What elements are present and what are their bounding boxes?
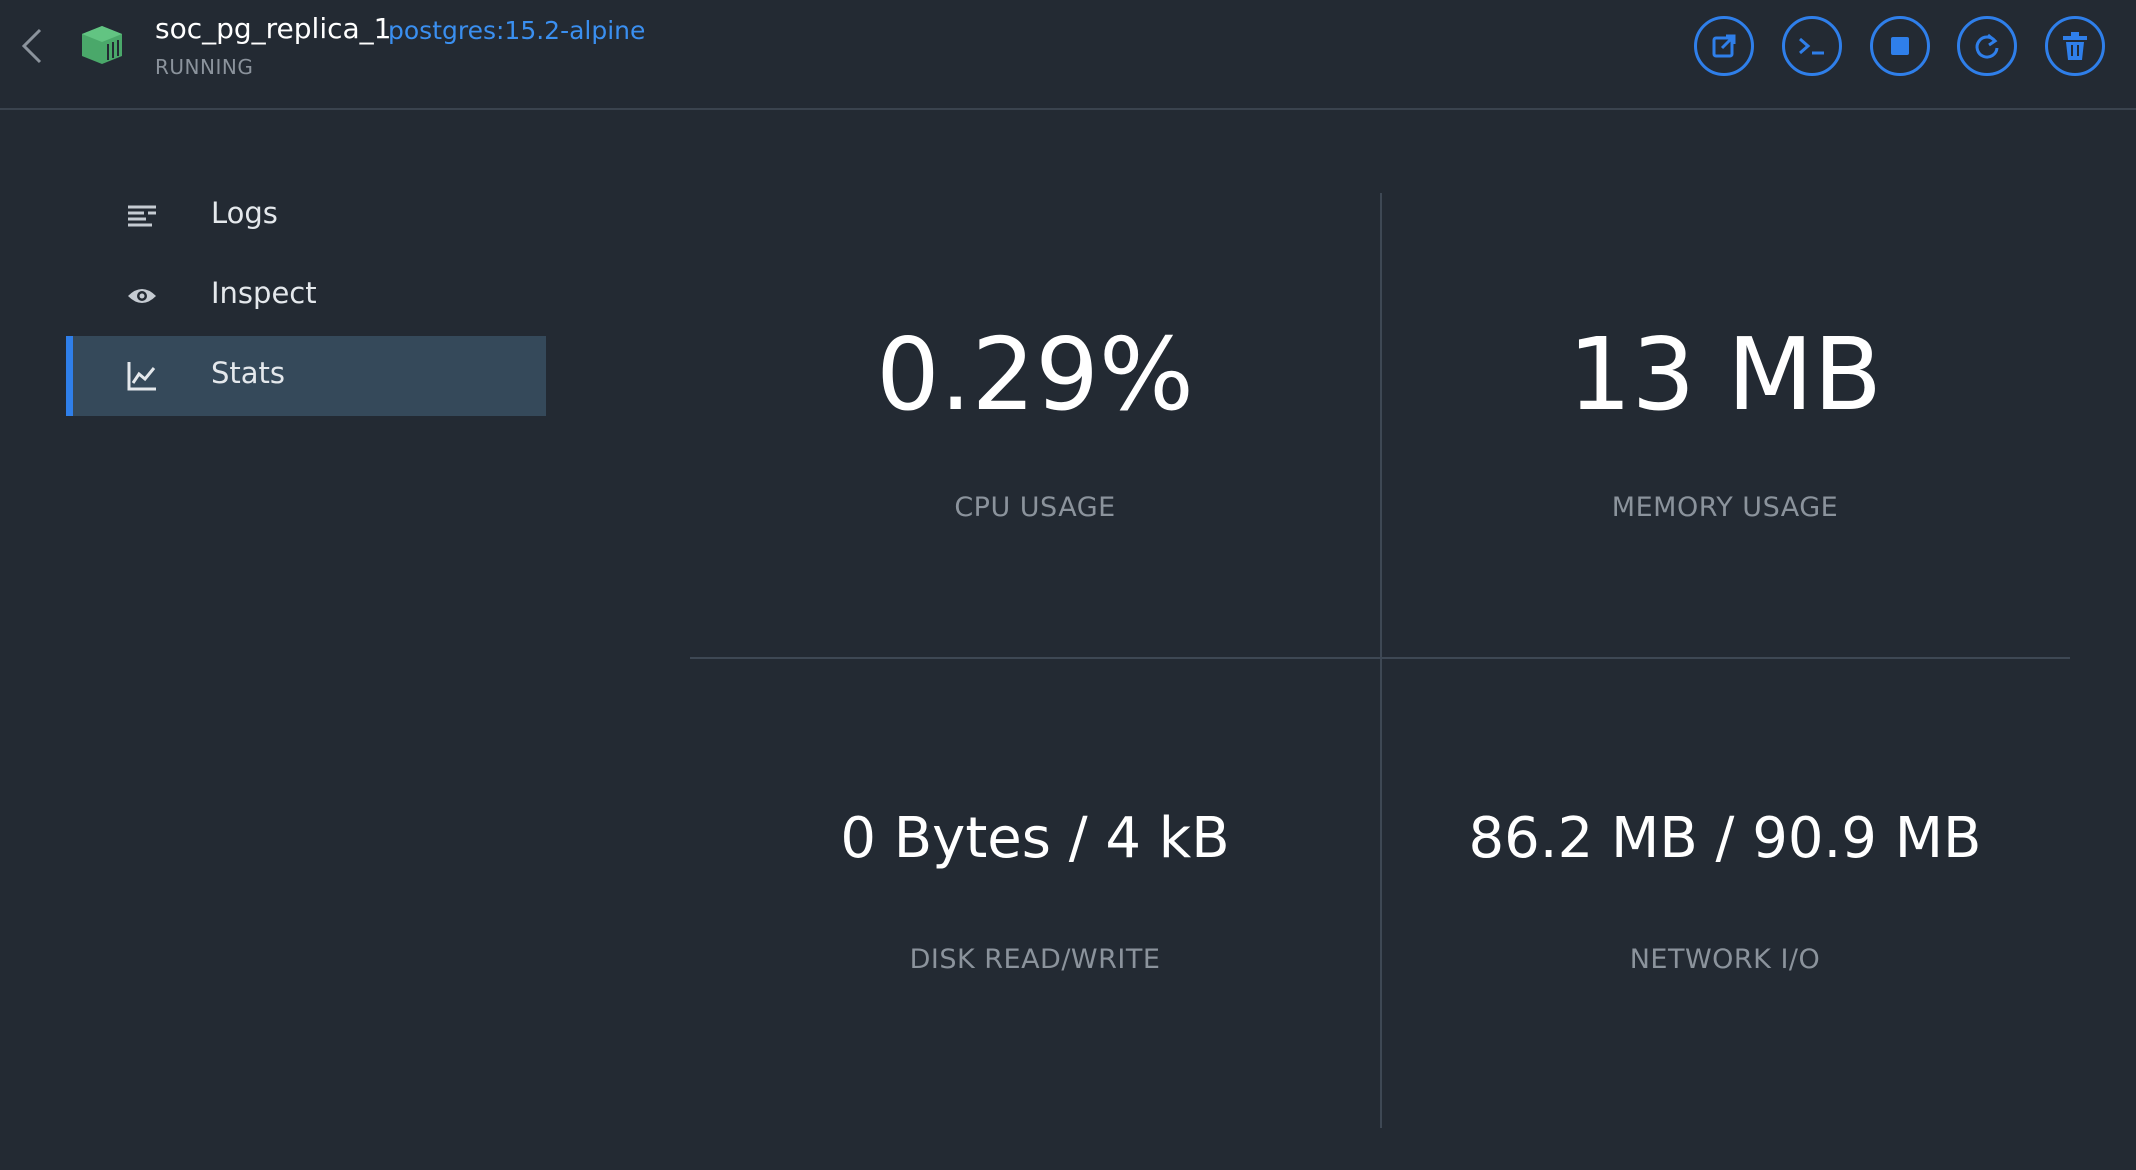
delete-icon (2063, 32, 2087, 60)
network-io-value: 86.2 MB / 90.9 MB (1468, 806, 1982, 871)
image-link[interactable]: postgres:15.2-alpine (388, 16, 645, 45)
cli-button[interactable] (1782, 16, 1842, 76)
stop-button[interactable] (1870, 16, 1930, 76)
disk-read-write-value: 0 Bytes / 4 kB (840, 806, 1230, 871)
delete-button[interactable] (2045, 16, 2105, 76)
sidebar-item-logs[interactable]: Logs (66, 176, 546, 256)
cpu-usage-label: CPU USAGE (954, 492, 1116, 523)
container-status: RUNNING (155, 55, 254, 79)
restart-icon (1975, 33, 1999, 59)
memory-usage-label: MEMORY USAGE (1611, 492, 1839, 523)
restart-button[interactable] (1957, 16, 2017, 76)
open-external-icon (1712, 34, 1736, 58)
eye-icon (126, 280, 158, 312)
terminal-icon (1799, 37, 1824, 55)
network-io-label: NETWORK I/O (1629, 944, 1821, 975)
chart-icon (126, 360, 158, 392)
back-chevron-icon[interactable] (18, 26, 48, 66)
container-name: soc_pg_replica_1 (155, 12, 392, 45)
sidebar-item-label: Stats (211, 356, 286, 390)
container-header: soc_pg_replica_1 postgres:15.2-alpine RU… (0, 0, 2136, 110)
sidebar-item-stats[interactable]: Stats (66, 336, 546, 416)
logs-icon (126, 200, 158, 232)
disk-read-write-label: DISK READ/WRITE (909, 944, 1161, 975)
stats-divider-horizontal (690, 657, 2070, 659)
sidebar-item-label: Logs (211, 196, 278, 230)
stop-icon (1891, 37, 1909, 55)
sidebar-item-inspect[interactable]: Inspect (66, 256, 546, 336)
open-in-browser-button[interactable] (1694, 16, 1754, 76)
sidebar-item-label: Inspect (211, 276, 317, 310)
memory-usage-value: 13 MB (1568, 316, 1882, 433)
container-icon (78, 22, 126, 68)
cpu-usage-value: 0.29% (876, 316, 1194, 433)
